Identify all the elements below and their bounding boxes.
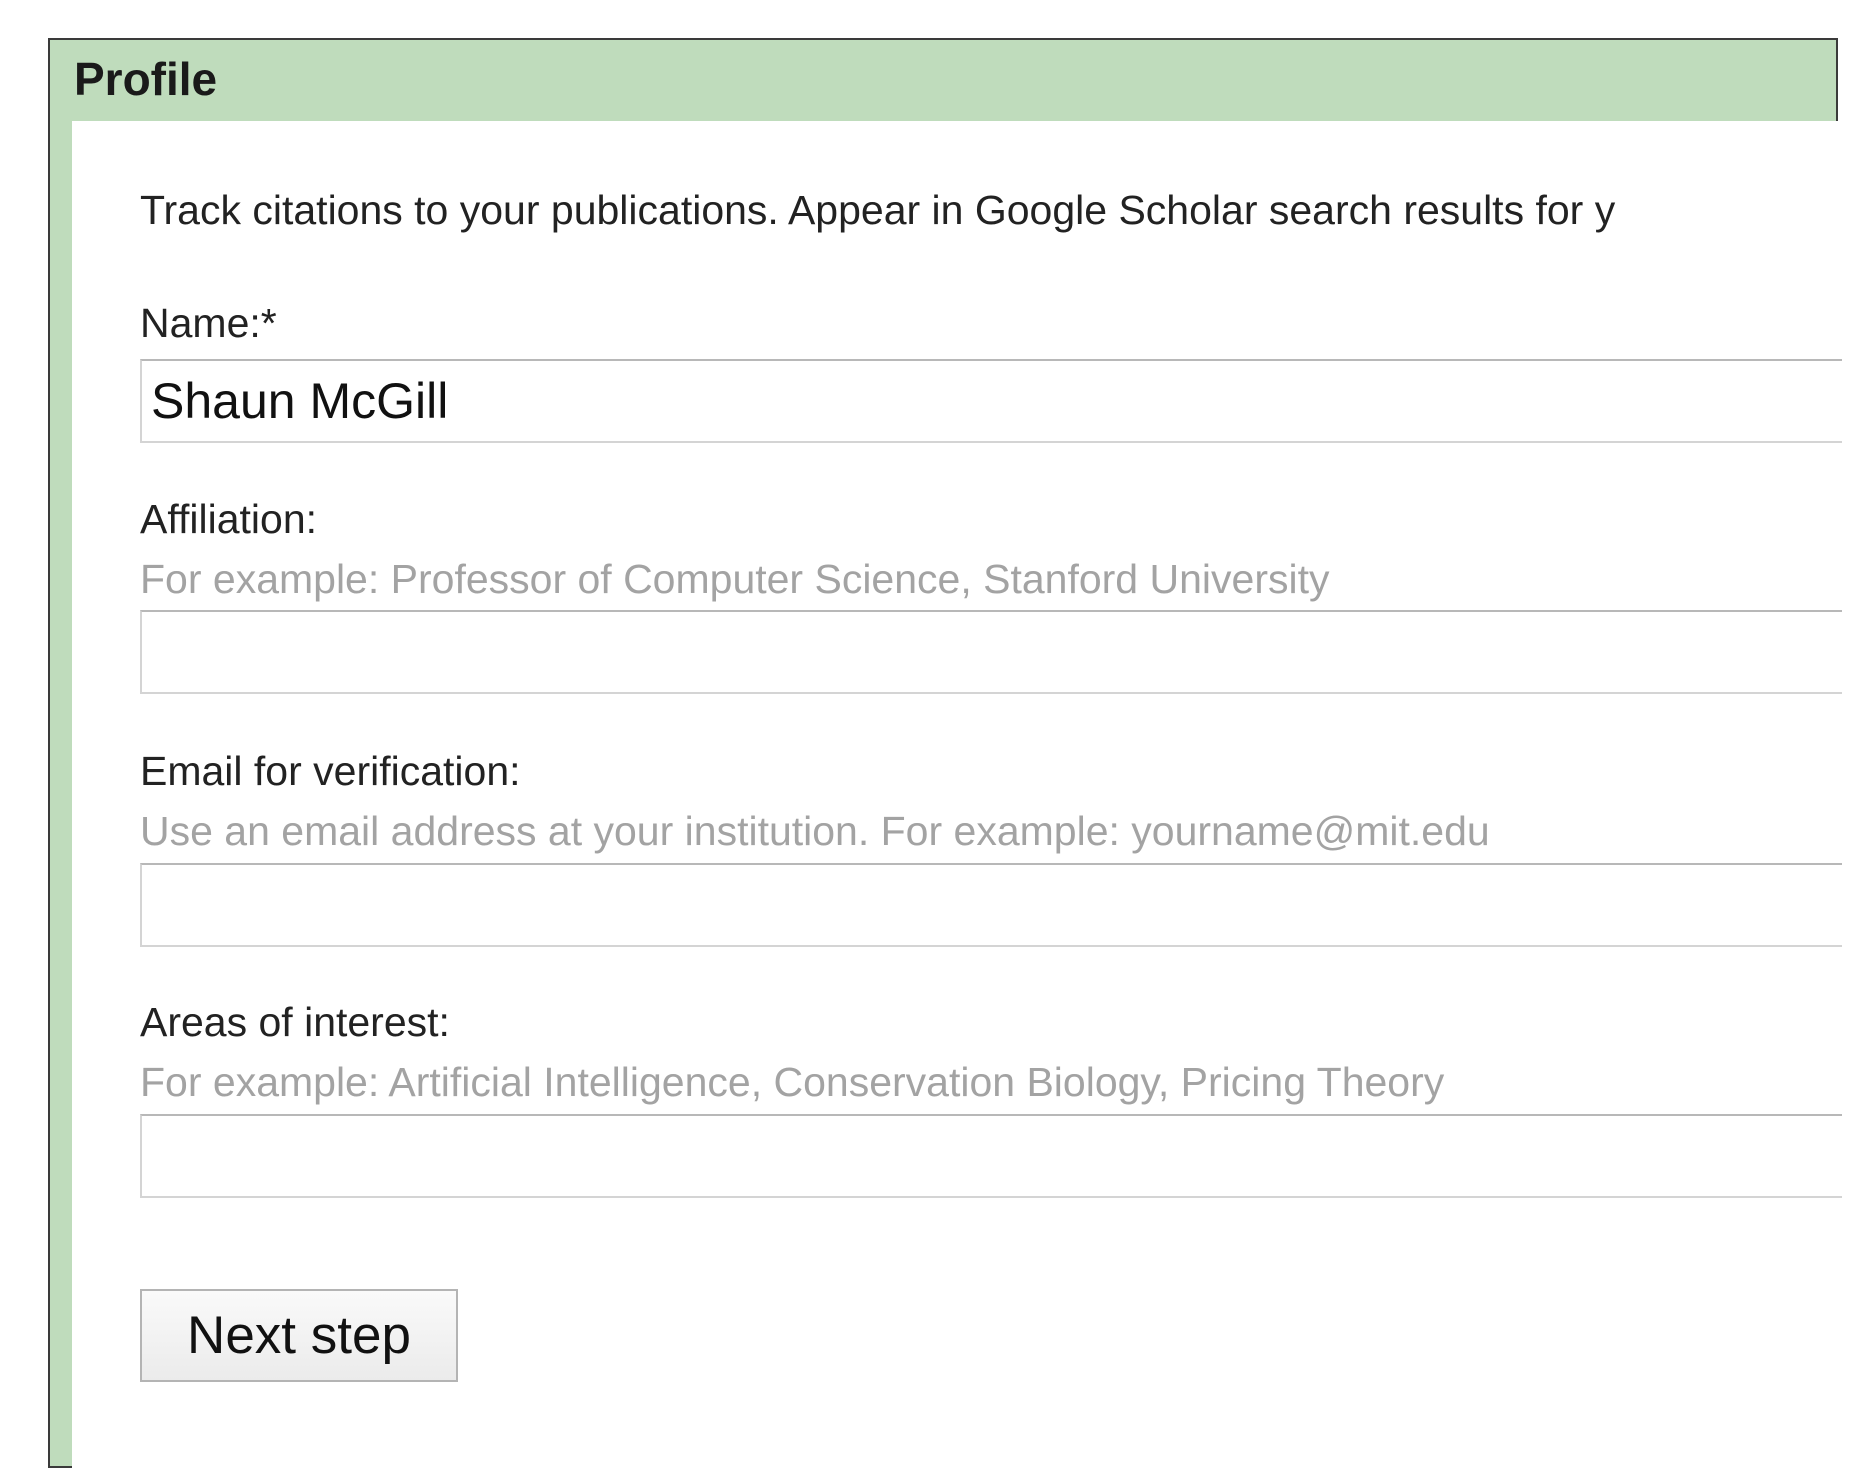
affiliation-input[interactable] [140, 610, 1842, 694]
next-step-button[interactable]: Next step [140, 1289, 458, 1382]
intro-text: Track citations to your publications. Ap… [140, 187, 1616, 233]
email-hint: Use an email address at your institution… [140, 808, 1490, 854]
email-input[interactable] [140, 863, 1842, 947]
interests-hint: For example: Artificial Intelligence, Co… [140, 1059, 1445, 1105]
profile-panel: Profile Track citations to your publicat… [48, 38, 1842, 1481]
interests-label: Areas of interest: [140, 999, 450, 1045]
interests-input[interactable] [140, 1114, 1842, 1198]
name-label: Name:* [140, 300, 277, 346]
affiliation-hint: For example: Professor of Computer Scien… [140, 556, 1330, 602]
affiliation-label: Affiliation: [140, 496, 318, 542]
email-label: Email for verification: [140, 748, 521, 794]
profile-form: Track citations to your publications. Ap… [72, 121, 1842, 1481]
panel-title: Profile [74, 53, 218, 105]
name-input[interactable] [140, 359, 1842, 443]
